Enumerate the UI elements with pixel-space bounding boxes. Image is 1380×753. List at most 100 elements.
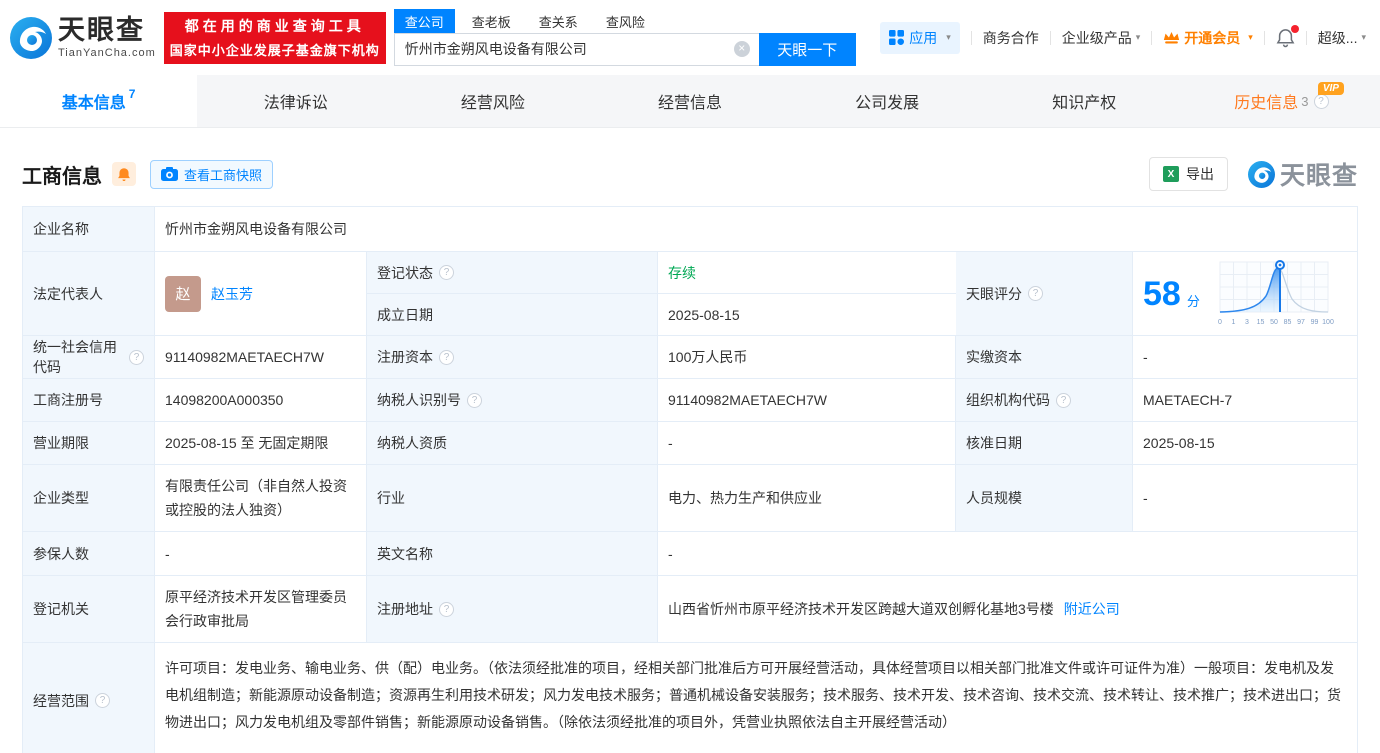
export-button[interactable]: X 导出 [1149, 157, 1228, 191]
help-icon[interactable]: ? [1056, 393, 1071, 408]
tab-operating-risk[interactable]: 经营风险 [394, 75, 591, 127]
search-input[interactable] [394, 33, 759, 66]
open-vip-button[interactable]: 开通会员 ▾ [1163, 28, 1253, 48]
field-label: 参保人数 [23, 532, 155, 576]
notification-bell[interactable] [1276, 28, 1295, 48]
nearby-companies-link[interactable]: 附近公司 [1064, 599, 1120, 619]
tianyancha-logo-icon [10, 17, 52, 59]
user-menu[interactable]: 超级... ▾ [1318, 28, 1366, 48]
nav-divider [1050, 31, 1051, 45]
field-label: 法定代表人 [23, 252, 155, 336]
help-icon[interactable]: ? [467, 393, 482, 408]
enterprise-products-label: 企业级产品 [1062, 28, 1132, 48]
field-label: 登记机关 [23, 576, 155, 643]
page-tabs: 基本信息 7 法律诉讼 经营风险 经营信息 公司发展 知识产权 VIP 历史信息… [0, 75, 1380, 128]
table-row: 登记机关 原平经济技术开发区管理委员会行政审批局 注册地址 ? 山西省忻州市原平… [23, 576, 1357, 643]
tab-basic-info[interactable]: 基本信息 7 [0, 75, 197, 127]
open-vip-label: 开通会员 [1184, 28, 1240, 48]
score-distribution-chart: 0 1 3 15 50 85 97 99 100 [1214, 256, 1336, 332]
section-title: 工商信息 [22, 160, 102, 189]
tab-operating-info[interactable]: 经营信息 [591, 75, 788, 127]
brand-watermark: 天眼查 [1248, 156, 1358, 192]
clear-icon[interactable]: × [734, 41, 750, 57]
tab-history-info[interactable]: VIP 历史信息 3 ? [1183, 75, 1380, 127]
svg-text:1: 1 [1231, 319, 1235, 326]
table-subrow: 登记状态 ? 存续 [367, 252, 956, 294]
tianyancha-watermark-icon [1248, 161, 1275, 188]
reg-address-cell: 山西省忻州市原平经济技术开发区跨越大道双创孵化基地3号楼 附近公司 [658, 576, 1357, 643]
reg-authority-value: 原平经济技术开发区管理委员会行政审批局 [155, 576, 367, 643]
taxpayer-no-value: 91140982MAETAECH7W [658, 379, 956, 422]
search-button[interactable]: 天眼一下 [759, 33, 856, 66]
logo-text: 天眼查 TianYanCha.com [58, 17, 156, 59]
tianyancha-logo[interactable]: 天眼查 TianYanCha.com [10, 17, 156, 59]
tab-company-development[interactable]: 公司发展 [789, 75, 986, 127]
legal-rep-link[interactable]: 赵玉芳 [211, 284, 253, 304]
status-date-subtable: 登记状态 ? 存续 成立日期 2025-08-15 [367, 252, 956, 336]
search-input-wrap: × [394, 33, 759, 66]
tab-count: 7 [129, 87, 136, 101]
export-label: 导出 [1186, 164, 1214, 184]
table-row: 统一社会信用代码 ? 91140982MAETAECH7W 注册资本 ? 100… [23, 336, 1357, 379]
field-label-with-help: 注册地址 ? [367, 576, 658, 643]
field-label-with-help: 经营范围 ? [23, 643, 155, 753]
tab-intellectual-property[interactable]: 知识产权 [986, 75, 1183, 127]
excel-icon: X [1163, 166, 1179, 182]
user-name: 超级... [1318, 28, 1358, 48]
apps-menu[interactable]: 应用 ▾ [880, 22, 960, 54]
table-row: 参保人数 - 英文名称 - [23, 532, 1357, 576]
industry-value: 电力、热力生产和供应业 [658, 465, 956, 532]
promo-line2: 国家中小企业发展子基金旗下机构 [164, 40, 386, 59]
taxpayer-qual-value: - [658, 422, 956, 465]
help-icon[interactable]: ? [129, 350, 144, 365]
field-label-with-help: 天眼评分 ? [956, 252, 1133, 336]
insured-num-value: - [155, 532, 367, 576]
tab-count: 3 [1301, 94, 1308, 109]
tab-legal-proceedings[interactable]: 法律诉讼 [197, 75, 394, 127]
approval-date-value: 2025-08-15 [1133, 422, 1357, 465]
nav-enterprise-products[interactable]: 企业级产品 ▾ [1062, 28, 1141, 48]
help-icon[interactable]: ? [1028, 286, 1043, 301]
apps-grid-icon [889, 30, 904, 45]
table-subrow: 成立日期 2025-08-15 [367, 294, 956, 336]
chevron-down-icon: ▾ [1248, 32, 1253, 43]
search-tab-risk[interactable]: 查风险 [595, 9, 656, 34]
field-label: 经营范围 [33, 691, 89, 711]
reg-status-value: 存续 [658, 252, 956, 294]
help-icon[interactable]: ? [439, 265, 454, 280]
field-label-with-help: 组织机构代码 ? [956, 379, 1133, 422]
monitor-bell-button[interactable] [112, 162, 136, 186]
help-icon[interactable]: ? [1314, 94, 1329, 109]
field-label: 注册资本 [377, 347, 433, 367]
bell-icon [117, 167, 131, 182]
avatar[interactable]: 赵 [165, 276, 201, 312]
svg-text:100: 100 [1322, 319, 1334, 326]
business-scope-value: 许可项目：发电业务、输电业务、供（配）电业务。（依法须经批准的项目，经相关部门批… [155, 643, 1357, 753]
org-code-value: MAETAECH-7 [1133, 379, 1357, 422]
tab-label: 公司发展 [855, 89, 919, 113]
crown-icon [1163, 30, 1180, 45]
chevron-down-icon: ▾ [1136, 32, 1141, 43]
view-snapshot-button[interactable]: 查看工商快照 [150, 160, 273, 189]
legal-rep-cell: 赵 赵玉芳 [155, 252, 367, 336]
field-label: 人员规模 [956, 465, 1133, 532]
nav-business-coop[interactable]: 商务合作 [983, 28, 1039, 48]
search-tab-relation[interactable]: 查关系 [528, 9, 589, 34]
search-tab-company[interactable]: 查公司 [394, 9, 455, 34]
help-icon[interactable]: ? [95, 693, 110, 708]
business-info-table: 企业名称 忻州市金朔风电设备有限公司 法定代表人 赵 赵玉芳 登记状态 ? 存续… [22, 206, 1358, 753]
notification-dot [1291, 25, 1299, 33]
field-label: 行业 [367, 465, 658, 532]
field-label: 工商注册号 [23, 379, 155, 422]
help-icon[interactable]: ? [439, 602, 454, 617]
svg-text:97: 97 [1297, 319, 1305, 326]
tab-label: 基本信息 [62, 89, 126, 113]
search-tab-boss[interactable]: 查老板 [461, 9, 522, 34]
field-label: 实缴资本 [956, 336, 1133, 379]
help-icon[interactable]: ? [439, 350, 454, 365]
field-label: 统一社会信用代码 [33, 337, 123, 377]
field-label: 英文名称 [367, 532, 658, 576]
field-label-with-help: 登记状态 ? [367, 252, 658, 294]
score-value: 58 [1143, 277, 1181, 311]
field-label: 营业期限 [23, 422, 155, 465]
